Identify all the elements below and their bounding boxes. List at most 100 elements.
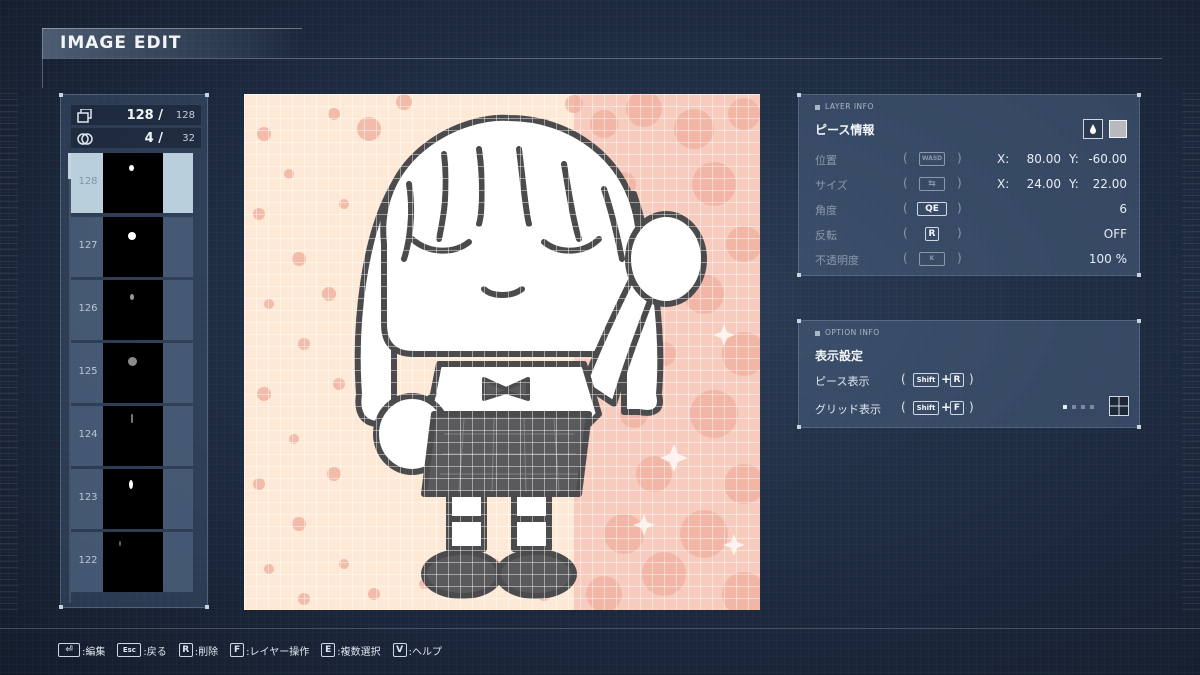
layer-info-panel: LAYER INFO ピース情報 位置 ( WASD ) X: 80.00 Y:… [797,93,1141,277]
panel-corner [59,605,63,609]
option-info-panel: OPTION INFO 表示設定 ピース表示 ( Shift + R ) グリッ… [797,319,1141,429]
layer-number: 128 [78,176,98,187]
footer-multi-select: E:複数選択 [321,643,381,658]
layer-item[interactable]: 127 [71,217,193,277]
size-y-value: 22.00 [1092,177,1127,191]
qe-key-icon: QE [917,202,947,216]
panel-corner [205,93,209,97]
layer-number: 124 [78,429,98,440]
piece-count-total: 128 [175,110,195,121]
panel-corner [797,273,801,277]
panel-corner [1137,425,1141,429]
layer-number: 123 [78,492,98,503]
size-x-value: 24.00 [1026,177,1061,191]
paren-open: ( [903,151,908,165]
position-x-value: 80.00 [1026,152,1061,166]
e-key-icon: E [321,643,336,657]
option-info-tag: OPTION INFO [815,328,880,337]
paren-open: ( [901,372,906,386]
grid-level-indicator [1063,405,1094,409]
f-key-icon: F [230,643,245,657]
drop-icon[interactable] [1083,119,1103,139]
layer-thumbnail [103,343,163,403]
position-y-value: -60.00 [1088,152,1127,166]
grid-display-label: グリッド表示 [815,403,881,416]
footer-divider [0,628,1200,629]
layer-thumbnail [103,153,163,213]
flip-value: OFF [1103,227,1127,241]
footer-back: Esc:戻る [117,643,167,658]
footer-label: :編集 [82,646,106,658]
layer-count-total: 32 [182,133,195,144]
f-key-icon[interactable]: F [950,401,964,415]
layer-count-current: 4 / [144,130,163,146]
footer-layer-ops: F:レイヤー操作 [230,643,309,658]
panel-corner [1137,93,1141,97]
piece-count-row: 128 / 128 [71,105,201,125]
v-key-icon: V [392,643,407,657]
layer-number: 125 [78,366,98,377]
color-swatch[interactable] [1109,120,1127,138]
size-label: サイズ [815,179,848,192]
footer-help: V:ヘルプ [392,643,442,658]
paren-close: ) [969,400,974,414]
paren-close: ) [957,151,962,165]
footer-label: :戻る [143,646,167,658]
panel-corner [797,425,801,429]
paren-close: ) [957,201,962,215]
footer-label: :削除 [194,646,219,658]
edit-canvas[interactable] [244,94,760,610]
canvas-grid-overlay [244,94,760,610]
paren-close: ) [957,176,962,190]
layer-item[interactable]: 128 [71,153,193,213]
paren-close: ) [969,372,974,386]
layer-item[interactable]: 124 [71,406,193,466]
panel-corner [205,605,209,609]
position-label: 位置 [815,154,837,167]
panel-corner [1137,273,1141,277]
panel-corner [797,93,801,97]
layer-thumbnail [103,217,163,277]
piece-display-label: ピース表示 [815,375,870,388]
esc-key-icon: Esc [117,643,142,657]
paren-close: ) [957,251,962,265]
header-underline [42,58,1162,59]
layer-thumbnail [103,532,163,592]
layer-thumbnail [103,469,163,529]
layer-thumbnail [103,280,163,340]
angle-label: 角度 [815,204,837,217]
k-key-icon: K [919,252,945,266]
opacity-value: 100 % [1088,252,1127,266]
pieces-icon [77,108,93,123]
paren-open: ( [903,251,908,265]
piece-info-title: ピース情報 [815,123,875,137]
footer-label: :ヘルプ [408,646,442,658]
right-edge-ticks [1182,90,1200,610]
layer-number: 127 [78,240,98,251]
paren-open: ( [903,201,908,215]
paren-open: ( [903,226,908,240]
shift-key-icon: Shift [913,373,939,387]
display-settings-title: 表示設定 [815,349,864,363]
footer-delete: R:削除 [178,643,219,658]
panel-corner [59,93,63,97]
layers-icon [77,131,93,145]
layer-item[interactable]: 123 [71,469,193,529]
paren-open: ( [901,400,906,414]
grid-icon[interactable] [1109,396,1129,416]
enter-key-icon: ⏎ [58,643,80,657]
r-key-icon[interactable]: R [950,373,964,387]
wasd-key-icon: WASD [919,152,945,166]
layer-item[interactable]: 126 [71,280,193,340]
footer-label: :レイヤー操作 [246,646,310,658]
layer-thumbnail [103,406,163,466]
left-edge-ticks [0,90,18,610]
panel-corner [797,319,801,323]
dpad-key-icon: ⇆ [919,177,945,191]
layer-count-row: 4 / 32 [71,128,201,148]
paren-close: ) [957,226,962,240]
layer-item[interactable]: 125 [71,343,193,403]
panel-corner [1137,319,1141,323]
controls-footer: ⏎:編集 Esc:戻る R:削除 F:レイヤー操作 E:複数選択 V:ヘルプ [58,641,448,659]
layer-item[interactable]: 122 [71,532,193,592]
